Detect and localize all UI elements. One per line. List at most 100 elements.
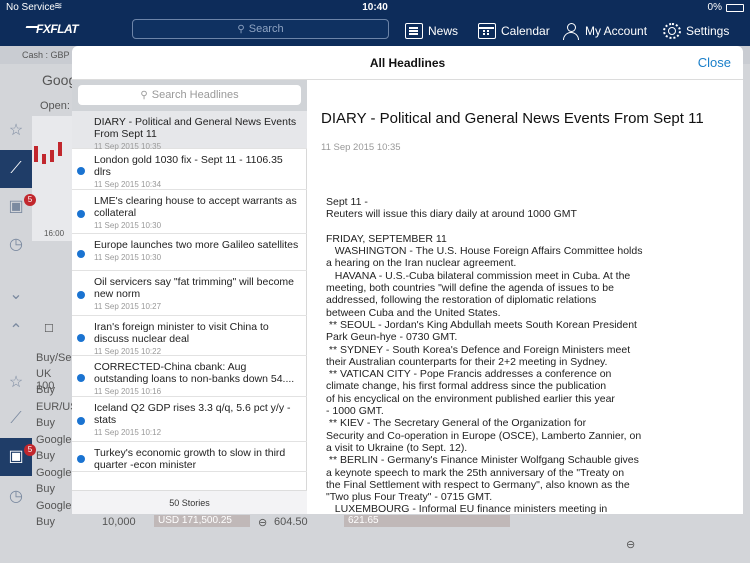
nav-settings-button[interactable]: Settings — [663, 20, 729, 42]
unread-dot-icon — [77, 291, 85, 299]
headline-item[interactable]: Europe launches two more Galileo satelli… — [72, 234, 307, 271]
unread-dot-icon — [77, 374, 85, 382]
unread-dot-icon — [77, 167, 85, 175]
minus-icon[interactable]: ⊖ — [626, 538, 635, 551]
quantity-value: 10,000 — [102, 516, 136, 528]
chevron-down-icon[interactable]: ⌄ — [0, 276, 32, 314]
nav-settings-label: Settings — [686, 24, 730, 38]
candle — [58, 142, 62, 156]
headline-search-placeholder: Search Headlines — [151, 89, 239, 101]
headline-time: 11 Sep 2015 10:12 — [94, 428, 162, 437]
battery-percent: 0% — [707, 2, 722, 13]
top-nav: FXFLAT ⚲ Search News Calendar My Account … — [0, 16, 750, 46]
clock-icon[interactable]: ◷ — [0, 478, 32, 516]
headline-time: 11 Sep 2015 10:16 — [94, 387, 162, 396]
unread-dot-icon — [77, 333, 85, 342]
headline-item[interactable]: Oil servicers say "fat trimming" will be… — [72, 271, 307, 316]
headline-item[interactable]: Turkey's economic growth to slow in thir… — [72, 442, 307, 472]
headline-time: 11 Sep 2015 10:34 — [94, 180, 162, 189]
search-icon: ⚲ — [237, 24, 245, 35]
calendar-icon — [478, 23, 496, 39]
headline-item[interactable]: DIARY - Political and General News Event… — [72, 111, 307, 151]
headline-title: Iceland Q2 GDP rises 3.3 q/q, 5.6 pct y/… — [94, 402, 291, 426]
orders-badge: 5 — [24, 444, 36, 456]
close-button[interactable]: Close — [698, 55, 731, 70]
headline-title: Iran's foreign minister to visit China t… — [94, 321, 269, 345]
headline-item[interactable]: Iceland Q2 GDP rises 3.3 q/q, 5.6 pct y/… — [72, 397, 307, 442]
headline-title: LME's clearing house to accept warrants … — [94, 195, 297, 219]
headline-time: 11 Sep 2015 10:27 — [94, 302, 162, 311]
article-title: DIARY - Political and General News Event… — [321, 110, 704, 127]
row-name: Google — [36, 500, 72, 512]
headline-item[interactable]: London gold 1030 fix - Sept 11 - 1106.35… — [72, 149, 307, 190]
checkbox-icon[interactable]: ☐ — [44, 322, 54, 335]
news-icon — [405, 23, 423, 39]
unread-dot-icon — [77, 417, 85, 425]
headline-list-pane: ⚲ Search Headlines DIARY - Political and … — [72, 80, 307, 514]
unread-dot-icon — [77, 250, 85, 258]
headline-title: Europe launches two more Galileo satelli… — [94, 239, 299, 251]
candle — [50, 150, 54, 162]
nav-news-label: News — [428, 24, 459, 38]
candle — [34, 146, 38, 162]
buysell-header: Buy/Se — [36, 352, 72, 364]
nav-account-button[interactable]: My Account — [562, 20, 647, 42]
battery-icon — [726, 4, 744, 12]
stories-count: 50 Stories — [72, 490, 307, 514]
modal-title: All Headlines — [369, 56, 446, 70]
nav-news-button[interactable]: News — [405, 20, 458, 42]
article-date: 11 Sep 2015 10:35 — [321, 142, 401, 153]
search-placeholder: Search — [248, 23, 284, 35]
global-search-input[interactable]: ⚲ Search — [132, 19, 389, 39]
row-name: Google — [36, 434, 72, 446]
nav-calendar-label: Calendar — [501, 24, 550, 38]
chart-icon[interactable]: ⟋ — [0, 150, 32, 188]
value-pill: 621.65 — [344, 515, 510, 527]
nav-calendar-button[interactable]: Calendar — [478, 20, 550, 42]
headline-item[interactable]: LME's clearing house to accept warrants … — [72, 190, 307, 234]
row-side: Buy — [36, 483, 55, 495]
headline-time: 11 Sep 2015 10:30 — [94, 253, 162, 262]
star-icon[interactable]: ☆ — [0, 364, 32, 402]
headline-title: CORRECTED-China cbank: Aug outstanding l… — [94, 361, 295, 385]
unread-dot-icon — [77, 209, 85, 218]
cash-label: Cash : GBP — [22, 50, 70, 60]
value-pill: USD 171,500.25 — [154, 515, 250, 527]
row-side: Buy — [36, 384, 55, 396]
row-side: Buy — [36, 516, 55, 528]
orders-badge: 5 — [24, 194, 36, 206]
chevron-up-icon[interactable]: ⌃ — [0, 312, 32, 350]
headline-list: DIARY - Political and General News Event… — [72, 111, 307, 472]
modal-header: All Headlines Close — [72, 46, 743, 80]
headline-search-input[interactable]: ⚲ Search Headlines — [78, 85, 301, 105]
unread-dot-icon — [77, 454, 85, 463]
open-label: Open: — [40, 100, 70, 112]
headline-title: DIARY - Political and General News Event… — [94, 116, 297, 140]
headline-item[interactable]: Iran's foreign minister to visit China t… — [72, 316, 307, 356]
article-pane: DIARY - Political and General News Event… — [308, 80, 743, 514]
status-bar: No Service ≋ 10:40 0% — [0, 0, 750, 16]
row-name: Google — [36, 467, 72, 479]
candle — [42, 154, 46, 164]
headline-item[interactable]: CORRECTED-China cbank: Aug outstanding l… — [72, 356, 307, 397]
clock: 10:40 — [362, 2, 388, 13]
headline-time: 11 Sep 2015 10:22 — [94, 347, 162, 356]
background-right-panel — [743, 64, 750, 563]
chart-icon[interactable]: ⟋ — [0, 400, 32, 438]
app-logo: FXFLAT — [36, 22, 79, 36]
headline-time: 11 Sep 2015 10:30 — [94, 221, 162, 230]
search-icon: ⚲ — [140, 90, 148, 101]
article-body: Sept 11 - Reuters will issue this diary … — [326, 196, 643, 514]
clock-icon[interactable]: ◷ — [0, 226, 32, 264]
mini-chart: 16:00 — [32, 116, 72, 241]
headline-title: London gold 1030 fix - Sept 11 - 1106.35… — [94, 154, 283, 178]
star-icon[interactable]: ☆ — [0, 112, 32, 150]
headline-title: Oil servicers say "fat trimming" will be… — [94, 276, 294, 300]
row-side: Buy — [36, 417, 55, 429]
headline-search-bar: ⚲ Search Headlines — [72, 80, 307, 111]
row-side: Buy — [36, 450, 55, 462]
chart-time-label: 16:00 — [44, 229, 65, 238]
minus-icon[interactable]: ⊖ — [258, 516, 267, 529]
gear-icon — [663, 23, 681, 39]
nav-account-label: My Account — [585, 24, 648, 38]
